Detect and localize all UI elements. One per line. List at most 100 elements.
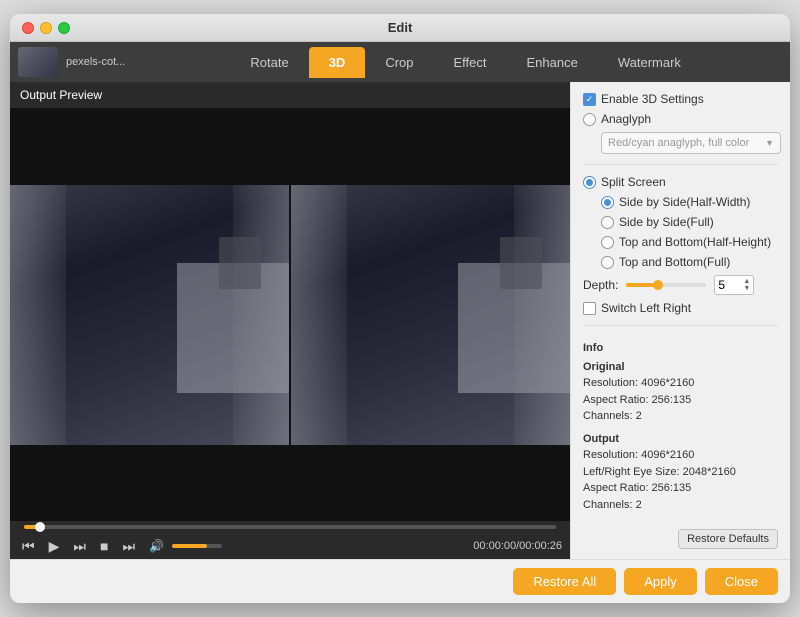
tab-crop[interactable]: Crop: [365, 47, 433, 78]
split-screen-radio[interactable]: [583, 176, 596, 189]
depth-spinner[interactable]: ▲ ▼: [743, 278, 750, 292]
end-button[interactable]: ⏭: [118, 537, 139, 555]
anaglyph-radio-label[interactable]: Anaglyph: [583, 112, 651, 126]
split-screen-radio-label[interactable]: Split Screen: [583, 175, 666, 189]
info-output-title: Output: [583, 431, 778, 448]
anaglyph-dropdown[interactable]: Red/cyan anaglyph, full color ▼: [601, 132, 781, 154]
info-original-resolution: Resolution: 4096*2160: [583, 375, 778, 392]
restore-all-button[interactable]: Restore All: [513, 568, 616, 595]
anaglyph-dropdown-row: Red/cyan anaglyph, full color ▼: [583, 132, 778, 154]
side-by-side-full-row: Side by Side(Full): [583, 215, 778, 229]
top-bottom-full-radio[interactable]: [601, 256, 614, 269]
window-title: Edit: [388, 20, 413, 35]
enable-3d-checkbox-label[interactable]: Enable 3D Settings: [583, 92, 704, 106]
depth-input[interactable]: 5 ▲ ▼: [714, 275, 754, 295]
enable-3d-checkbox[interactable]: [583, 93, 596, 106]
switch-lr-label: Switch Left Right: [601, 301, 691, 315]
depth-slider[interactable]: [626, 283, 706, 287]
anaglyph-label: Anaglyph: [601, 112, 651, 126]
anaglyph-dropdown-value: Red/cyan anaglyph, full color: [608, 137, 749, 149]
info-output-channels: Channels: 2: [583, 497, 778, 514]
side-by-side-half-radio[interactable]: [601, 196, 614, 209]
enable-3d-row: Enable 3D Settings: [583, 92, 778, 106]
preview-video: [10, 108, 570, 521]
top-bottom-half-row: Top and Bottom(Half-Height): [583, 235, 778, 249]
main-content: Output Preview: [10, 82, 790, 559]
tab-enhance[interactable]: Enhance: [507, 47, 598, 78]
top-bottom-full-label[interactable]: Top and Bottom(Full): [601, 255, 730, 269]
tab-effect[interactable]: Effect: [434, 47, 507, 78]
video-frame-right: [291, 185, 570, 445]
toolbar: pexels-cot... Rotate 3D Crop Effect Enha…: [10, 42, 790, 82]
top-bottom-full-row: Top and Bottom(Full): [583, 255, 778, 269]
traffic-lights: [22, 22, 70, 34]
maximize-window-button[interactable]: [58, 22, 70, 34]
side-by-side-half-row: Side by Side(Half-Width): [583, 195, 778, 209]
side-by-side-half-text: Side by Side(Half-Width): [619, 195, 750, 209]
switch-lr-checkbox[interactable]: [583, 302, 596, 315]
curtain-decoration-right: [233, 185, 289, 445]
depth-row: Depth: 5 ▲ ▼: [583, 275, 778, 295]
top-bottom-half-text: Top and Bottom(Half-Height): [619, 235, 771, 249]
close-button[interactable]: Close: [705, 568, 778, 595]
curtain-decoration-left2: [291, 185, 347, 445]
info-original-aspect: Aspect Ratio: 256:135: [583, 392, 778, 409]
preview-label: Output Preview: [10, 82, 570, 108]
curtain-decoration-right2: [514, 185, 570, 445]
bottom-bar: Restore All Apply Close: [10, 559, 790, 603]
tab-3d[interactable]: 3D: [309, 47, 366, 78]
progress-bar[interactable]: [24, 525, 556, 529]
progress-knob[interactable]: [35, 522, 45, 532]
minimize-window-button[interactable]: [40, 22, 52, 34]
info-title: Info: [583, 340, 778, 357]
top-bottom-half-label[interactable]: Top and Bottom(Half-Height): [601, 235, 771, 249]
stop-button[interactable]: ■: [96, 537, 112, 555]
depth-value: 5: [718, 278, 725, 292]
info-output-eye-size: Left/Right Eye Size: 2048*2160: [583, 464, 778, 481]
enable-3d-label: Enable 3D Settings: [601, 92, 704, 106]
depth-knob[interactable]: [653, 280, 663, 290]
top-bottom-half-radio[interactable]: [601, 236, 614, 249]
divider-2: [583, 325, 778, 326]
close-window-button[interactable]: [22, 22, 34, 34]
time-display: 00:00:00/00:00:26: [473, 540, 562, 552]
side-by-side-full-radio[interactable]: [601, 216, 614, 229]
tab-bar: Rotate 3D Crop Effect Enhance Watermark: [141, 47, 790, 78]
side-by-side-half-label[interactable]: Side by Side(Half-Width): [601, 195, 750, 209]
volume-icon: 🔊: [145, 538, 168, 554]
step-forward-button[interactable]: ⏭: [69, 537, 90, 555]
spinner-down-icon[interactable]: ▼: [743, 285, 750, 292]
switch-lr-checkbox-label[interactable]: Switch Left Right: [583, 301, 691, 315]
volume-fill: [172, 544, 207, 548]
main-window: Edit pexels-cot... Rotate 3D Crop Effect…: [10, 14, 790, 603]
split-screen-row: Split Screen: [583, 175, 778, 189]
tab-rotate[interactable]: Rotate: [230, 47, 308, 78]
preview-area: Output Preview: [10, 82, 570, 559]
skip-back-button[interactable]: ⏮: [18, 537, 39, 555]
top-bottom-full-text: Top and Bottom(Full): [619, 255, 730, 269]
thumbnail-image: [18, 47, 58, 77]
right-panel: Enable 3D Settings Anaglyph Red/cyan ana…: [570, 82, 790, 559]
depth-label: Depth:: [583, 278, 618, 292]
restore-defaults-button[interactable]: Restore Defaults: [678, 529, 778, 549]
side-by-side-full-text: Side by Side(Full): [619, 215, 714, 229]
curtain-decoration-left: [10, 185, 66, 445]
volume-bar[interactable]: [172, 544, 222, 548]
dropdown-arrow-icon: ▼: [765, 138, 774, 148]
info-output-resolution: Resolution: 4096*2160: [583, 447, 778, 464]
switch-lr-row: Switch Left Right: [583, 301, 778, 315]
tab-watermark[interactable]: Watermark: [598, 47, 701, 78]
apply-button[interactable]: Apply: [624, 568, 697, 595]
volume-control: 🔊: [145, 538, 222, 554]
play-button[interactable]: ▶: [45, 537, 64, 555]
info-original-channels: Channels: 2: [583, 408, 778, 425]
info-original-group: Original Resolution: 4096*2160 Aspect Ra…: [583, 359, 778, 425]
video-frames: [10, 108, 570, 521]
info-output-group: Output Resolution: 4096*2160 Left/Right …: [583, 431, 778, 514]
divider-1: [583, 164, 778, 165]
anaglyph-radio[interactable]: [583, 113, 596, 126]
spinner-up-icon[interactable]: ▲: [743, 278, 750, 285]
info-original-title: Original: [583, 359, 778, 376]
split-screen-label: Split Screen: [601, 175, 666, 189]
side-by-side-full-label[interactable]: Side by Side(Full): [601, 215, 714, 229]
